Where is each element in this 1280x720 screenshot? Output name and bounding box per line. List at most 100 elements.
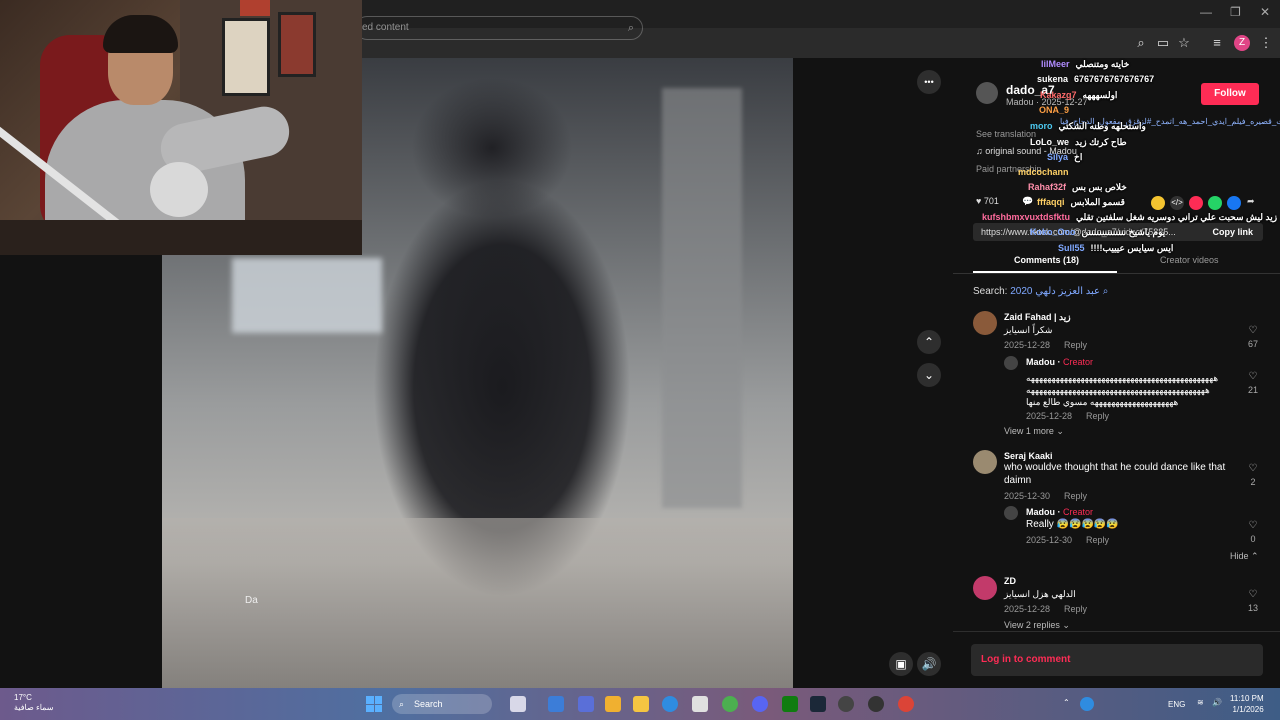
reply-button[interactable]: Reply — [1064, 604, 1087, 614]
like-icon[interactable]: ♡ — [1245, 463, 1261, 474]
volume-icon[interactable]: 🔊 — [1212, 698, 1222, 707]
like-icon[interactable]: ♡ — [1245, 589, 1261, 600]
file-explorer-icon[interactable] — [633, 696, 649, 712]
like-icon[interactable]: ♡ — [1245, 371, 1261, 382]
like-icon[interactable]: ♡ — [1245, 325, 1261, 336]
reply-button[interactable]: Reply — [1086, 411, 1109, 421]
tray-overflow-icon[interactable]: ⌃ — [1063, 698, 1070, 707]
tray-app-icon[interactable] — [1080, 697, 1094, 711]
comment-date: 2025-12-30 — [1004, 491, 1051, 501]
app-icon[interactable] — [605, 696, 621, 712]
video-search-input[interactable]: ed content ⌕ — [355, 16, 643, 40]
comment-avatar[interactable] — [973, 450, 997, 474]
search-icon: ⌕ — [1102, 286, 1109, 297]
video-door — [662, 88, 742, 508]
maximize-icon[interactable]: ❐ — [1230, 5, 1241, 19]
comment-avatar[interactable] — [973, 576, 997, 600]
chat-text: 6767676767676767 — [1074, 74, 1155, 84]
close-icon[interactable]: ✕ — [1260, 5, 1270, 19]
view-replies[interactable]: View 2 replies ⌄ — [1004, 620, 1070, 631]
heart-icon: ♥ — [976, 196, 984, 206]
login-to-comment-button[interactable]: Log in to comment — [971, 644, 1263, 676]
copy-link-button[interactable]: Copy link — [1212, 223, 1253, 241]
webcam-poster — [278, 12, 316, 77]
like-count: 21 — [1247, 385, 1258, 395]
creator-badge: Creator — [1063, 357, 1094, 367]
likes-stat[interactable]: ♥ 701 — [976, 196, 999, 206]
weather-widget[interactable]: 17°C سماء صافية — [14, 693, 54, 713]
embed-icon[interactable]: </> — [1170, 196, 1184, 210]
share-arrow-icon[interactable]: ➦ — [1247, 196, 1255, 207]
wifi-icon[interactable]: ≋ — [1197, 698, 1204, 707]
taskbar-search[interactable]: ⌕ Search — [392, 694, 492, 714]
edge-icon[interactable] — [662, 696, 678, 712]
comments-icon[interactable]: 💬 — [1022, 196, 1033, 207]
author-avatar[interactable] — [976, 82, 998, 104]
menu-icon[interactable]: ⋮ — [1258, 35, 1274, 51]
tab-creator-videos[interactable]: Creator videos — [1160, 255, 1219, 265]
xbox-icon[interactable] — [782, 696, 798, 712]
like-count: 0 — [1250, 534, 1256, 544]
chevron-up-icon: ⌃ — [1251, 551, 1259, 561]
whatsapp-icon[interactable] — [1208, 196, 1222, 210]
store-icon[interactable] — [692, 696, 708, 712]
cast-icon[interactable]: ▭ — [1155, 35, 1171, 51]
related-search[interactable]: Search: عبد العزيز دلهي 2020 ⌕ — [973, 286, 1108, 297]
chat-username: ONA_9 — [1039, 105, 1070, 115]
minimize-icon[interactable]: — — [1200, 5, 1212, 19]
start-button[interactable] — [366, 696, 382, 712]
volume-icon[interactable]: 🔊 — [917, 652, 941, 676]
comment-meta: 2025-12-30 Reply — [1004, 491, 1087, 501]
comment-username[interactable]: Zaid Fahad | زيد — [1004, 312, 1071, 323]
profile-avatar[interactable]: Z — [1234, 35, 1250, 51]
reply-button[interactable]: Reply — [1064, 340, 1087, 350]
search-label: Search: — [973, 286, 1008, 297]
pip-icon[interactable]: ▣ — [889, 652, 913, 676]
language-indicator[interactable]: ENG — [1168, 700, 1185, 709]
next-video-button[interactable]: ⌄ — [917, 363, 941, 387]
webcam-streamer-hair — [103, 15, 178, 53]
teams-icon[interactable] — [578, 696, 594, 712]
comment-username[interactable]: ZD — [1004, 576, 1016, 586]
chat-message: kufshbmxvuxtdsfktu زيد ليش سحبت علي تراني… — [982, 212, 1277, 223]
reply-meta: 2025-12-28 Reply — [1026, 411, 1109, 421]
chrome-icon[interactable] — [898, 696, 914, 712]
hide-replies[interactable]: Hide ⌃ — [1230, 551, 1259, 562]
follow-button[interactable]: Follow — [1201, 83, 1259, 105]
tab-comments[interactable]: Comments (18) — [1014, 255, 1079, 265]
star-icon[interactable]: ☆ — [1176, 35, 1192, 51]
reply-button[interactable]: Reply — [1064, 491, 1087, 501]
search-icon[interactable]: ⌕ — [628, 17, 634, 39]
steam-icon[interactable] — [810, 696, 826, 712]
reply-button[interactable]: Reply — [1086, 535, 1109, 545]
chrome-icon[interactable] — [722, 696, 738, 712]
search-query[interactable]: عبد العزيز دلهي 2020 — [1010, 286, 1100, 297]
system-clock[interactable]: 11:10 PM 1/1/2026 — [1230, 693, 1264, 715]
send-icon[interactable] — [1189, 196, 1203, 210]
more-options-button[interactable]: ••• — [917, 70, 941, 94]
see-translation-link[interactable]: See translation — [976, 129, 1036, 139]
comment-date: 2025-12-28 — [1004, 340, 1051, 350]
media-icon[interactable]: ≡ — [1209, 35, 1225, 51]
view-more-replies[interactable]: View 1 more ⌄ — [1004, 426, 1064, 437]
reply-avatar[interactable] — [1004, 506, 1018, 520]
discord-icon[interactable] — [752, 696, 768, 712]
app-icon[interactable] — [838, 696, 854, 712]
reply-username: Madou · Creator — [1026, 507, 1094, 517]
comment-username[interactable]: Seraj Kaaki — [1004, 451, 1053, 461]
previous-video-button[interactable]: ⌃ — [917, 330, 941, 354]
reply-username-text[interactable]: Madou — [1026, 507, 1055, 517]
reply-avatar[interactable] — [1004, 356, 1018, 370]
view-more-label: View 1 more — [1004, 426, 1054, 436]
zoom-icon[interactable]: ⌕ — [1133, 35, 1149, 51]
reply-text-line: ههههههههههههههههههههه مسوي طالع منها — [1026, 397, 1179, 407]
emoji-share-icon[interactable] — [1151, 196, 1165, 210]
like-icon[interactable]: ♡ — [1245, 520, 1261, 531]
obs-icon[interactable] — [868, 696, 884, 712]
facebook-icon[interactable] — [1227, 196, 1241, 210]
app-icon[interactable] — [548, 696, 564, 712]
comment-avatar[interactable] — [973, 311, 997, 335]
reply-username-text[interactable]: Madou — [1026, 357, 1055, 367]
chat-text: واستحلهه وطنه الشكتي — [1058, 121, 1146, 131]
taskview-icon[interactable] — [510, 696, 526, 712]
